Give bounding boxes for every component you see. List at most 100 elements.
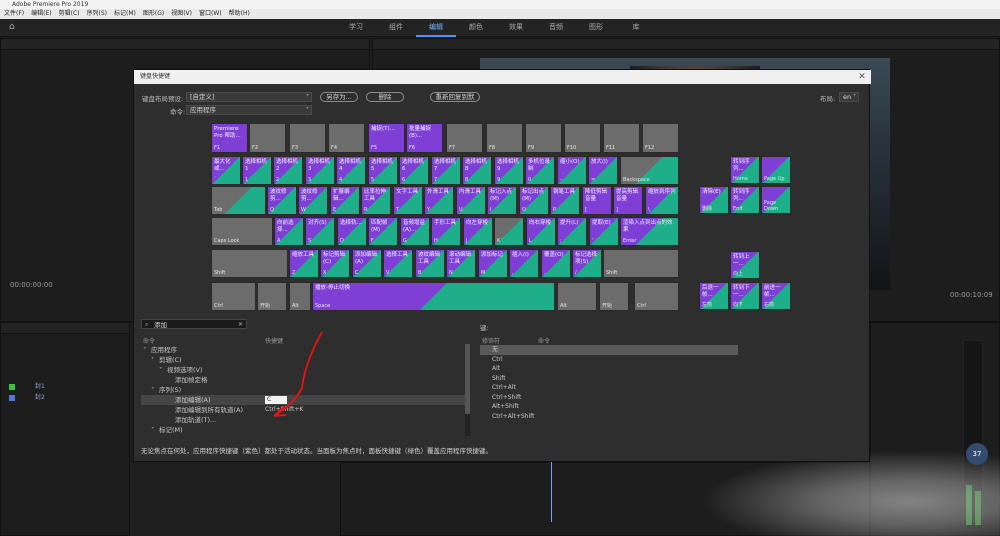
key-enter[interactable]: 渲染入点到出点的效果 Enter (620, 217, 679, 246)
project-item[interactable]: 封1 (1, 381, 131, 392)
key-t[interactable]: 文字工具 T (393, 186, 423, 215)
restore-defaults-button[interactable]: 重新回复到默 (430, 92, 480, 102)
command-column-header[interactable]: 命令 (143, 336, 155, 345)
menu-item-4[interactable]: 标记(M) (114, 9, 136, 19)
modifier-row[interactable]: Alt (480, 364, 738, 374)
key-w[interactable]: 波纹修剪... W (298, 186, 328, 215)
key-f9[interactable]: F9 (525, 123, 562, 153)
key-pagedown[interactable]: Page Down (761, 186, 791, 214)
command-row[interactable]: ˅ 视频选项(V) (141, 365, 470, 375)
key-9[interactable]: 选择相机 9 9 (494, 156, 524, 185)
command-row[interactable]: ˅ 序列(S) (141, 385, 470, 395)
modifier-row[interactable]: Ctrl+Alt+Shift (480, 412, 738, 422)
modifier-command-column-header[interactable]: 命令 (538, 336, 550, 345)
workspace-tab-1[interactable]: 组件 (376, 19, 416, 37)
key-[interactable]: 缩小(O) - (557, 156, 587, 185)
command-row[interactable]: 添加帧定格 (141, 375, 470, 385)
shortcut-cell[interactable]: C ✕ (265, 395, 293, 405)
key-e[interactable]: 扩展编辑... E (330, 186, 360, 215)
shortcut-column-header[interactable]: 快捷键 (265, 336, 283, 345)
chevron-down-icon[interactable]: ˅ (159, 365, 162, 375)
key-home[interactable]: 转到序列... Home (730, 156, 760, 184)
command-row[interactable]: ˅ 剪辑(C) (141, 355, 470, 365)
key-r[interactable]: 比率拉伸工具 R (361, 186, 391, 215)
chevron-down-icon[interactable]: ˅ (151, 355, 154, 365)
key-u[interactable]: 内滑工具 U (456, 186, 486, 215)
key-[interactable]: 提取(E) ' (589, 217, 619, 246)
menu-item-1[interactable]: 编辑(E) (31, 9, 51, 19)
command-row[interactable]: ˅ 标记(M) (141, 425, 470, 435)
key-4[interactable]: 选择相机 4 4 (336, 156, 366, 185)
save-as-button[interactable]: 另存为... (320, 92, 358, 102)
shortcut-field[interactable]: C (265, 396, 287, 404)
modifier-row[interactable]: Ctrl+Shift (480, 393, 738, 403)
key-tab[interactable]: Tab (211, 186, 266, 215)
key-capslock[interactable]: Caps Lock (211, 217, 273, 246)
command-list-scrollbar[interactable] (465, 344, 470, 436)
key-[interactable]: 放大(I) = (588, 156, 618, 185)
modifier-row[interactable]: Alt+Shift (480, 402, 738, 412)
shortcut-cell[interactable]: Ctrl+Shift+K (265, 405, 303, 415)
menu-item-3[interactable]: 序列(S) (87, 9, 108, 19)
key-[interactable]: 开始 (599, 282, 629, 311)
key-f8[interactable]: F8 (486, 123, 523, 153)
key-[interactable]: 转到下一... 向下 (730, 282, 760, 310)
chevron-down-icon[interactable]: ˅ (151, 385, 154, 395)
home-icon[interactable]: ⌂ (9, 23, 18, 32)
key-f1[interactable]: Premiere Pro 帮助... F1 (211, 123, 248, 153)
close-icon[interactable]: ✕ (856, 71, 868, 83)
key-y[interactable]: 外滑工具 Y (424, 186, 454, 215)
key-[interactable]: 开始 (257, 282, 287, 311)
workspace-tab-6[interactable]: 图形 (576, 19, 616, 37)
key-ctrl[interactable]: Ctrl (634, 282, 679, 311)
chevron-down-icon[interactable]: ˅ (143, 345, 146, 355)
menu-item-7[interactable]: 窗口(W) (199, 9, 222, 19)
key-f4[interactable]: F4 (328, 123, 365, 153)
key-[interactable]: 后退一帧... 左箭 (699, 282, 729, 310)
command-search-input[interactable]: ⌕ 添加 ✕ (141, 319, 247, 329)
modifier-row[interactable]: Shift (480, 374, 738, 384)
key-1[interactable]: 选择相机 1 1 (242, 156, 272, 185)
workspace-tab-7[interactable]: 库 (616, 19, 656, 37)
key-l[interactable]: 向右穿梭 L (526, 217, 556, 246)
workspace-tab-3[interactable]: 颜色 (456, 19, 496, 37)
modifier-column-header[interactable]: 修饰符 (482, 336, 500, 345)
workspace-tab-5[interactable]: 音频 (536, 19, 576, 37)
workspace-tab-4[interactable]: 效果 (496, 19, 536, 37)
keyboard-language-select[interactable]: en ˅ (839, 92, 859, 102)
key-h[interactable]: 手形工具 H (431, 217, 461, 246)
menu-item-5[interactable]: 图形(G) (143, 9, 164, 19)
remove-shortcut-icon[interactable]: ✕ (287, 397, 293, 403)
key-backspace[interactable]: Backspace (620, 156, 679, 185)
key-j[interactable]: 向左穿梭 J (463, 217, 493, 246)
key-f2[interactable]: F2 (249, 123, 286, 153)
key-[interactable]: 插入(I), (509, 249, 539, 278)
chevron-down-icon[interactable]: ˅ (151, 425, 154, 435)
delete-button[interactable]: 删除 (366, 92, 404, 102)
key-[interactable]: 标记选择项(S) / (572, 249, 602, 278)
timeline-playhead[interactable] (551, 462, 552, 522)
key-x[interactable]: 标记剪辑(C) X (320, 249, 350, 278)
key-g[interactable]: 音频增益(A)... G (400, 217, 430, 246)
layout-preset-select[interactable]: [自定义] ˅ (186, 92, 312, 102)
key-0[interactable]: 多机位录制 0 (525, 156, 555, 185)
key-d[interactable]: 选择轨... D (337, 217, 367, 246)
key-shift[interactable]: Shift (603, 249, 679, 278)
command-row[interactable]: 添加编辑(A) C ✕ (141, 395, 470, 405)
key-f7[interactable]: F7 (446, 123, 483, 153)
key-[interactable]: 最大化或... ` (211, 156, 241, 185)
command-row[interactable]: 添加轨道(T)... (141, 415, 470, 425)
key-s[interactable]: 对齐(S) S (305, 217, 335, 246)
key-[interactable]: 转到上一... 向上 (730, 251, 760, 279)
floating-badge[interactable]: 37 (966, 443, 988, 465)
key-5[interactable]: 选择相机 5 5 (368, 156, 398, 185)
key-n[interactable]: 滚动编辑工具 N (446, 249, 476, 278)
menu-item-2[interactable]: 剪辑(C) (59, 9, 80, 19)
clear-search-icon[interactable]: ✕ (238, 320, 243, 330)
command-row[interactable]: 添加编辑到所有轨道(A) Ctrl+Shift+K (141, 405, 470, 415)
key-o[interactable]: 标记出点(M) O (519, 186, 549, 215)
key-2[interactable]: 选择相机 2 2 (273, 156, 303, 185)
modifier-row[interactable]: Ctrl+Alt (480, 383, 738, 393)
key-f[interactable]: 匹配帧(M) F (368, 217, 398, 246)
key-b[interactable]: 波纹编辑工具 B (415, 249, 445, 278)
